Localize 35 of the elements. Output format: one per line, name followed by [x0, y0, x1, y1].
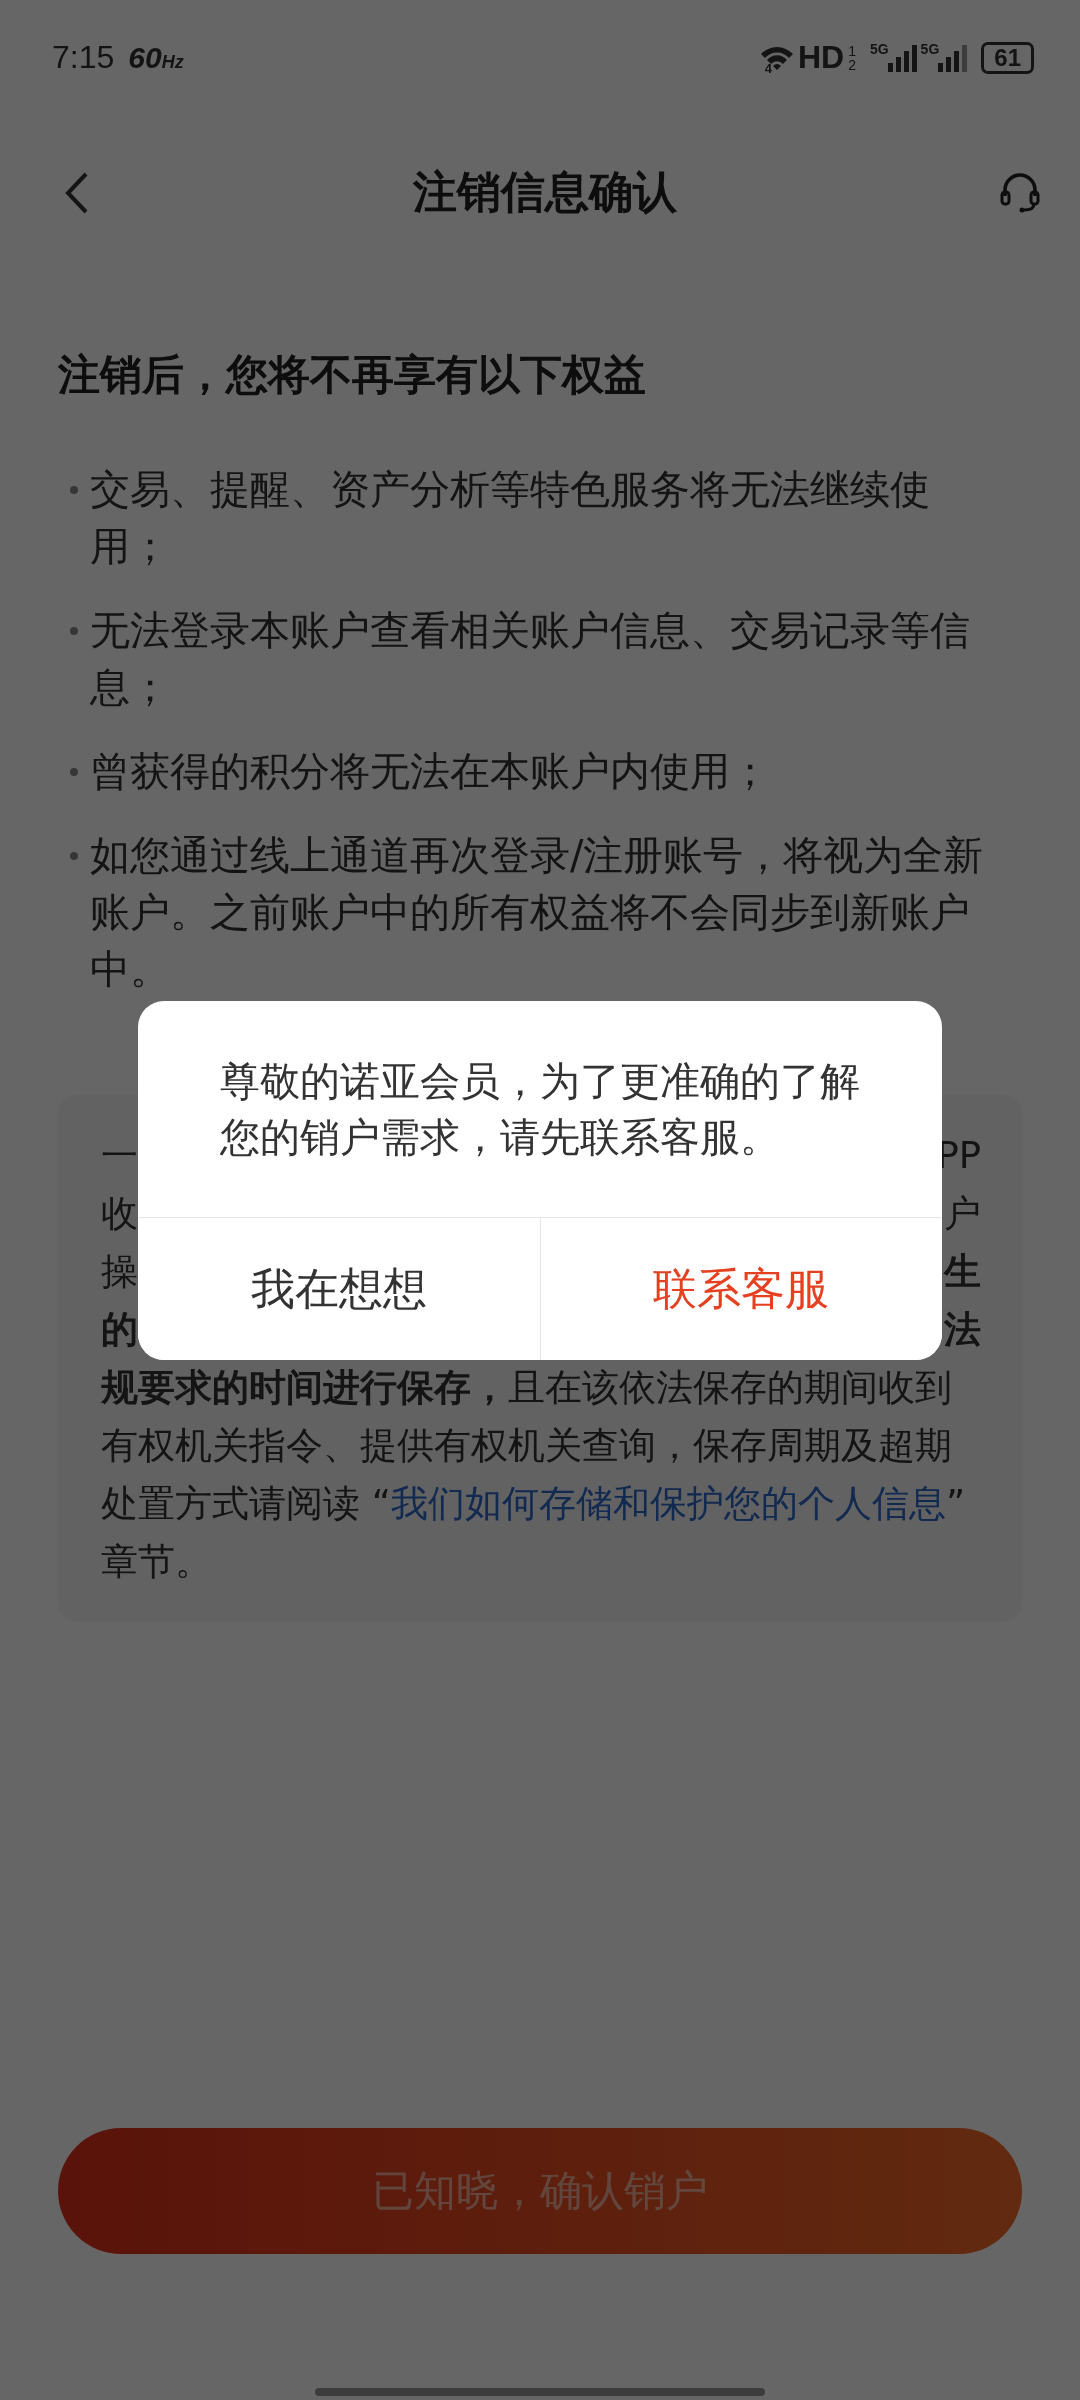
signal-icon — [886, 42, 917, 73]
network-label: 5G — [920, 41, 940, 57]
notice-text: 生 — [944, 1249, 981, 1295]
notice-text: 收 — [101, 1191, 138, 1237]
notice-text: 法 — [944, 1307, 981, 1353]
refresh-unit: Hz — [161, 52, 184, 73]
notice-text: 操 — [101, 1249, 138, 1295]
dialog-button[interactable]: 联系客服 — [539, 1218, 942, 1360]
bullet-text: 曾获得的积分将无法在本账户内使用； — [90, 747, 771, 796]
wifi-label: 4 — [764, 61, 772, 76]
page-title: 注销信息确认 — [413, 165, 677, 219]
clock-time: 7:15 — [52, 39, 115, 76]
notice-text: 户 — [944, 1191, 981, 1237]
notice-text: 规要求的时间进行保存，且在该依法保存的期间收到有权机关指令、提供有权机关查询，保存周期及超期处置方式请阅读 “我们如何存储和保护您的个人信息” 章节。 — [101, 1365, 967, 1585]
battery-indicator: 61 — [981, 41, 1034, 74]
bullet-dot-icon — [70, 627, 78, 635]
hd-label: HD — [797, 39, 845, 76]
headset-icon[interactable] — [1000, 171, 1040, 214]
bullet-dot-icon — [70, 852, 78, 860]
refresh-rate: 60 — [128, 41, 162, 75]
dialog-message: 尊敬的诺亚会员，为了更准确的了解您的销户需求，请先联系客服。 — [219, 1057, 861, 1162]
bullet-dot-icon — [70, 768, 78, 776]
back-icon[interactable] — [64, 170, 90, 215]
notice-text: 的 — [101, 1307, 138, 1353]
bullet-text: 如您通过线上通道再次登录/注册账号，将视为全新账户。之前账户中的所有权益将不会同步到新账户中。 — [90, 831, 985, 994]
network-label: 5G — [869, 41, 889, 57]
section-heading: 注销后，您将不再享有以下权益 — [57, 349, 647, 401]
privacy-link[interactable]: 我们如何存储和保护您的个人信息 — [390, 1482, 946, 1525]
sim-number: 1 — [848, 43, 856, 58]
sim-number: 2 — [848, 57, 856, 72]
notice-text: 一 — [101, 1133, 138, 1179]
bullet-dot-icon — [70, 486, 78, 494]
bullet-text: 交易、提醒、资产分析等特色服务将无法继续使用； — [90, 465, 931, 571]
bullet-text: 无法登录本账户查看相关账户信息、交易记录等信息； — [90, 606, 971, 712]
signal-icon — [937, 42, 968, 73]
